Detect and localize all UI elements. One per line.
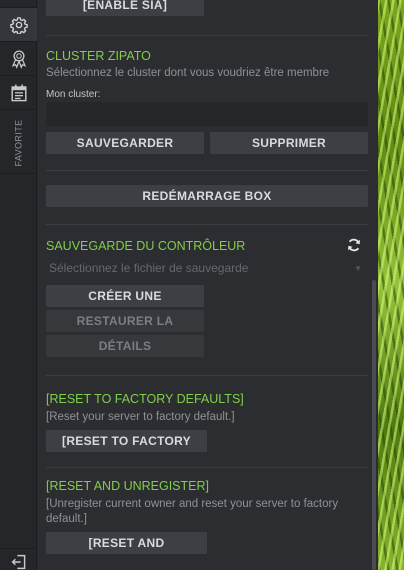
divider — [46, 467, 368, 468]
sidebar-item-top[interactable] — [0, 0, 37, 8]
delete-button[interactable]: SUPPRIMER — [210, 132, 368, 154]
factory-reset-description: [Reset your server to factory default.] — [46, 411, 235, 423]
unregister-title: [RESET AND UNREGISTER] — [46, 479, 209, 493]
create-backup-button[interactable]: CRÉER UNE — [46, 285, 204, 307]
cluster-field-label: Mon cluster: — [46, 89, 101, 100]
unregister-description-line2: default.] — [46, 513, 87, 525]
backup-select-placeholder: Sélectionnez le fichier de sauvegarde — [49, 261, 249, 275]
desktop-wallpaper — [378, 0, 404, 570]
divider — [46, 170, 368, 171]
backup-details-button[interactable]: DÉTAILS — [46, 335, 204, 357]
icon-sidebar: FAVORITE — [0, 0, 37, 570]
reboot-box-button[interactable]: REDÉMARRAGE BOX — [46, 185, 368, 207]
favorite-label: FAVORITE — [13, 118, 24, 167]
reset-and-unregister-button[interactable]: [RESET AND — [46, 532, 207, 554]
scrollbar[interactable] — [372, 280, 376, 570]
divider — [46, 35, 368, 36]
unregister-description-line1: [Unregister current owner and reset your… — [46, 498, 339, 510]
sidebar-item-awards[interactable] — [0, 42, 37, 76]
cluster-title: CLUSTER ZIPATO — [46, 49, 151, 63]
ribbon-icon — [11, 49, 26, 69]
calendar-icon — [10, 84, 27, 101]
sidebar-item-favorite[interactable]: FAVORITE — [0, 112, 37, 174]
sidebar-item-calendar[interactable] — [0, 76, 37, 110]
factory-reset-title: [RESET TO FACTORY DEFAULTS] — [46, 392, 244, 406]
restore-backup-button[interactable]: RESTAURER LA — [46, 310, 204, 332]
divider — [46, 375, 368, 376]
enable-sia-button[interactable]: [ENABLE SIA] — [46, 0, 204, 16]
refresh-icon[interactable] — [346, 237, 362, 253]
divider — [46, 224, 368, 225]
exit-icon — [11, 554, 25, 569]
backup-title: SAUVEGARDE DU CONTRÔLEUR — [46, 239, 246, 253]
chevron-down-icon: ▼ — [354, 264, 362, 273]
cluster-input[interactable] — [46, 102, 368, 126]
gear-icon — [9, 16, 28, 34]
sidebar-item-exit[interactable] — [0, 548, 37, 570]
cluster-subtitle: Sélectionnez le cluster dont vous voudri… — [46, 67, 330, 79]
backup-file-select[interactable]: Sélectionnez le fichier de sauvegarde ▼ — [46, 258, 368, 278]
save-button[interactable]: SAUVEGARDER — [46, 132, 204, 154]
reset-to-factory-button[interactable]: [RESET TO FACTORY — [46, 430, 207, 452]
sidebar-item-settings[interactable] — [0, 8, 37, 42]
